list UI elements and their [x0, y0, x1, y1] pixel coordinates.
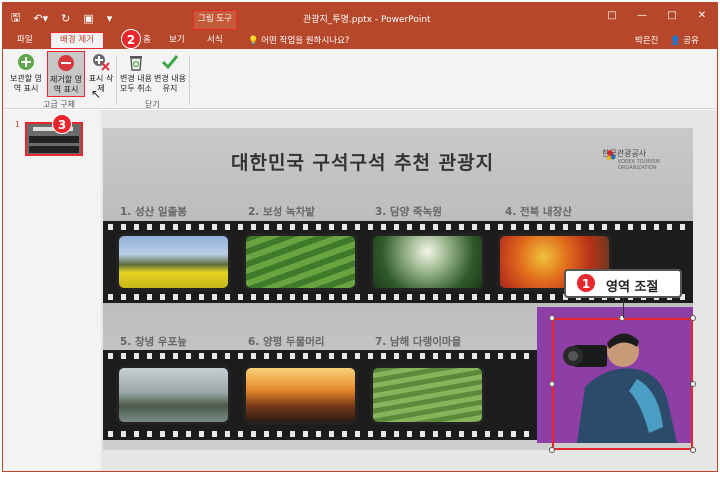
mark-areas-to-keep-button[interactable]: 보관할 영역 표시 [7, 53, 45, 94]
save-icon[interactable]: 🖫 [11, 9, 20, 28]
mouse-pointer-icon: ↖ [91, 87, 102, 101]
slide-title[interactable]: 대한민국 구석구석 추천 관광지 [231, 148, 494, 175]
undo-icon[interactable]: ↶▾ [33, 12, 48, 25]
ribbon-display-options-icon[interactable]: □ [597, 3, 627, 31]
film-perforations [103, 353, 543, 359]
callout-adjust-area: 1 영역 조절 [564, 269, 682, 298]
photo-seongsan[interactable] [116, 233, 231, 291]
close-icon[interactable]: ✕ [687, 3, 717, 31]
presentation-icon[interactable]: ▣ [83, 12, 93, 25]
caption-5: 5. 창녕 우포늪 [120, 336, 187, 348]
title-bar: 🖫 ↶▾ ↻ ▣ ▾ 그림 도구 관광지_투명.pptx - PowerPoin… [3, 3, 717, 31]
mark-keep-label: 보관할 영역 표시 [10, 74, 42, 93]
brand-subtitle: KOREA TOURISM ORGANIZATION [618, 159, 660, 171]
keep-changes-button[interactable]: 변경 내용 유지 [154, 53, 186, 94]
step-badge-2: 2 [121, 29, 141, 49]
discard-label: 변경 내용 모두 취소 [120, 74, 152, 93]
share-label: 공유 [683, 36, 699, 46]
step-badge-1: 1 [576, 273, 596, 293]
callout-leader-line [623, 298, 624, 318]
caption-4: 4. 전북 내장산 [505, 206, 572, 218]
minus-circle-icon [58, 55, 74, 71]
slide-number: 1 [15, 120, 21, 129]
keep-changes-label: 변경 내용 유지 [154, 74, 186, 93]
tab-view[interactable]: 보기 [169, 33, 185, 45]
tab-home[interactable]: 홈 [143, 33, 151, 45]
photo-damyang[interactable] [370, 233, 485, 291]
keep-area-selection-box[interactable] [552, 318, 693, 450]
slide-thumbnail-pane: 1 [3, 110, 101, 471]
user-name[interactable]: 박은진 [635, 34, 658, 46]
mark-areas-to-remove-button[interactable]: 제거할 영역 표시 [47, 51, 85, 97]
redo-icon[interactable]: ↻ [61, 12, 70, 25]
resize-handle-top[interactable] [619, 315, 625, 321]
step-badge-3: 3 [52, 114, 72, 134]
recycle-bin-icon [130, 56, 142, 71]
thumbnail-film-strip [29, 136, 79, 143]
film-perforations [103, 224, 693, 230]
tab-format[interactable]: 서식 [207, 33, 223, 45]
resize-handle-top-right[interactable] [690, 315, 696, 321]
delete-mark-icon [93, 54, 110, 71]
group-label-close: 닫기 [145, 100, 160, 109]
film-perforations [103, 431, 543, 437]
caption-7: 7. 남해 다랭이마을 [375, 336, 462, 348]
customize-qat-icon[interactable]: ▾ [107, 12, 113, 25]
resize-handle-bottom-left[interactable] [549, 447, 555, 453]
caption-6: 6. 양평 두물머리 [248, 336, 325, 348]
caption-2: 2. 보성 녹차밭 [248, 206, 315, 218]
resize-handle-top-left[interactable] [549, 315, 555, 321]
minimize-icon[interactable]: — [627, 3, 657, 31]
tell-me-search[interactable]: 💡 어떤 작업을 원하시나요? [248, 34, 349, 46]
checkmark-icon [161, 55, 179, 70]
resize-handle-right[interactable] [690, 381, 696, 387]
quick-access-toolbar: 🖫 ↶▾ ↻ ▣ ▾ [11, 9, 112, 28]
photo-dumulmeori[interactable] [243, 365, 358, 425]
maximize-icon[interactable]: □ [657, 3, 687, 31]
share-button[interactable]: 👤 공유 [670, 34, 699, 46]
thumbnail-film-strip [29, 146, 79, 153]
resize-handle-left[interactable] [549, 381, 555, 387]
film-strip-bottom [103, 350, 543, 440]
caption-1: 1. 성산 일출봉 [120, 206, 187, 218]
callout-label: 영역 조절 [606, 280, 659, 295]
group-separator [189, 55, 190, 105]
resize-handle-bottom-right[interactable] [690, 447, 696, 453]
window-controls: □ — □ ✕ [597, 3, 717, 31]
photo-darangi[interactable] [370, 365, 485, 425]
ribbon-tabs: 파일 배경 제거 홈 보기 서식 💡 어떤 작업을 원하시나요? 박은진 👤 공… [3, 31, 717, 49]
caption-3: 3. 담양 죽녹원 [375, 206, 442, 218]
picture-tools-label: 그림 도구 [193, 10, 237, 30]
tab-file[interactable]: 파일 [17, 33, 33, 45]
tell-me-text: 어떤 작업을 원하시나요? [261, 36, 350, 46]
ribbon: 보관할 영역 표시 제거할 영역 표시 표시 삭제 고급 구체 변경 내용 모두… [3, 49, 717, 109]
group-separator [116, 55, 117, 105]
group-label-refine: 고급 구체 [43, 100, 75, 109]
plus-circle-icon [18, 54, 34, 70]
mark-remove-label: 제거할 영역 표시 [50, 75, 82, 94]
discard-all-changes-button[interactable]: 변경 내용 모두 취소 [119, 53, 153, 94]
window-title: 관광지_투명.pptx - PowerPoint [303, 15, 431, 25]
photo-boseong[interactable] [243, 233, 358, 291]
brand-name: 한국관광공사 [602, 149, 647, 158]
tab-remove-background[interactable]: 배경 제거 [50, 32, 104, 49]
photo-upo[interactable] [116, 365, 231, 425]
